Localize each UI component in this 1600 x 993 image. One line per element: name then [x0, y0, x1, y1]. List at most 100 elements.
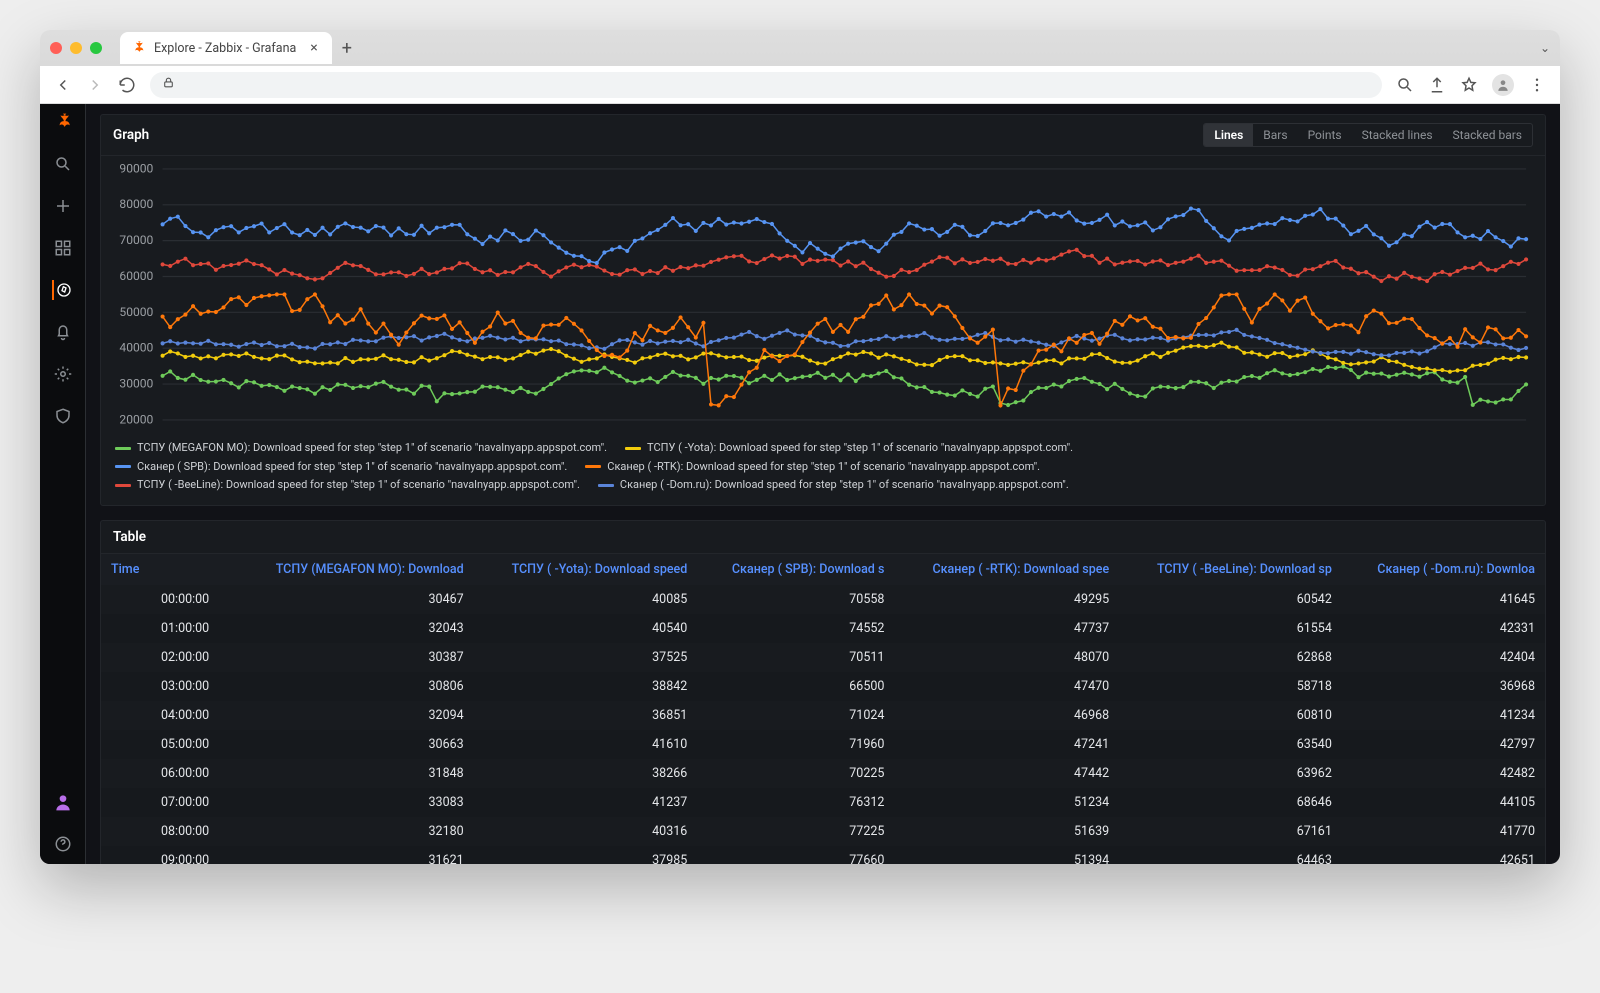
browser-toolbar [40, 66, 1560, 104]
profile-avatar-icon[interactable] [1492, 74, 1514, 96]
value-cell: 32043 [236, 614, 474, 643]
value-cell: 41645 [1342, 585, 1545, 614]
minimize-window-icon[interactable] [70, 42, 82, 54]
value-cell: 47737 [894, 614, 1119, 643]
tabstrip-menu-icon[interactable]: ⌄ [1540, 41, 1550, 55]
panel-title: Graph [113, 127, 149, 143]
value-cell: 42404 [1342, 643, 1545, 672]
help-icon[interactable] [53, 834, 73, 854]
column-header[interactable]: Сканер ( -Dom.ru): Downloa [1342, 554, 1545, 585]
viz-mode-stacked-bars[interactable]: Stacked bars [1443, 124, 1532, 146]
time-cell: 09:00:00 [101, 846, 236, 864]
viz-mode-points[interactable]: Points [1298, 124, 1352, 146]
column-header[interactable]: Сканер ( SPB): Download s [697, 554, 894, 585]
legend-item-rtk[interactable]: Сканер ( -RTK): Download speed for step … [585, 458, 1040, 477]
table-row: 05:00:00306634161071960472416354042797 [101, 730, 1545, 759]
grafana-logo-icon[interactable] [53, 112, 73, 132]
column-header[interactable]: ТСПУ (MEGAFON MO): Download [236, 554, 474, 585]
value-cell: 48070 [894, 643, 1119, 672]
create-plus-icon[interactable] [53, 196, 73, 216]
traffic-lights[interactable] [50, 42, 102, 54]
value-cell: 38842 [474, 672, 698, 701]
svg-text:50000: 50000 [119, 305, 153, 319]
back-icon[interactable] [54, 76, 72, 94]
address-bar[interactable] [150, 72, 1382, 98]
value-cell: 30663 [236, 730, 474, 759]
value-cell: 76312 [697, 788, 894, 817]
legend-swatch-icon [598, 484, 614, 487]
legend-item-domru[interactable]: Сканер ( -Dom.ru): Download speed for st… [598, 476, 1069, 495]
zoom-window-icon[interactable] [90, 42, 102, 54]
configuration-gear-icon[interactable] [53, 364, 73, 384]
svg-text:70000: 70000 [119, 233, 153, 247]
legend-label: Сканер ( -Dom.ru): Download speed for st… [620, 476, 1069, 495]
viz-mode-bars[interactable]: Bars [1253, 124, 1297, 146]
value-cell: 33083 [236, 788, 474, 817]
value-cell: 42651 [1342, 846, 1545, 864]
new-tab-button[interactable]: + [342, 38, 352, 59]
server-admin-shield-icon[interactable] [53, 406, 73, 426]
legend-label: ТСПУ ( -BeeLine): Download speed for ste… [137, 476, 580, 495]
share-icon[interactable] [1428, 76, 1446, 94]
table-row: 00:00:00304674008570558492956054241645 [101, 585, 1545, 614]
browser-tabstrip: Explore - Zabbix - Grafana × + ⌄ [40, 30, 1560, 66]
viz-mode-lines[interactable]: Lines [1204, 124, 1253, 146]
value-cell: 60542 [1119, 585, 1342, 614]
zoom-search-icon[interactable] [1396, 76, 1414, 94]
svg-text:90000: 90000 [119, 162, 153, 175]
value-cell: 49295 [894, 585, 1119, 614]
value-cell: 58718 [1119, 672, 1342, 701]
value-cell: 77660 [697, 846, 894, 864]
svg-text:80000: 80000 [119, 197, 153, 211]
legend-item-beeline[interactable]: ТСПУ ( -BeeLine): Download speed for ste… [115, 476, 580, 495]
data-table: TimeТСПУ (MEGAFON MO): DownloadТСПУ ( -Y… [101, 554, 1545, 864]
legend-swatch-icon [115, 447, 131, 450]
value-cell: 71024 [697, 701, 894, 730]
table-row: 07:00:00330834123776312512346864644105 [101, 788, 1545, 817]
column-header[interactable]: ТСПУ ( -BeeLine): Download sp [1119, 554, 1342, 585]
value-cell: 40540 [474, 614, 698, 643]
user-profile-icon[interactable] [53, 792, 73, 812]
dashboards-icon[interactable] [53, 238, 73, 258]
value-cell: 63540 [1119, 730, 1342, 759]
search-icon[interactable] [53, 154, 73, 174]
panel-title: Table [113, 529, 146, 545]
legend-item-spb[interactable]: Сканер ( SPB): Download speed for step "… [115, 458, 567, 477]
time-cell: 05:00:00 [101, 730, 236, 759]
forward-icon[interactable] [86, 76, 104, 94]
column-header[interactable]: Сканер ( -RTK): Download spee [894, 554, 1119, 585]
grafana-sidebar [40, 104, 86, 864]
bookmark-star-icon[interactable] [1460, 76, 1478, 94]
value-cell: 41610 [474, 730, 698, 759]
value-cell: 74552 [697, 614, 894, 643]
explore-compass-icon[interactable] [52, 280, 72, 300]
column-header[interactable]: Time [101, 554, 236, 585]
close-window-icon[interactable] [50, 42, 62, 54]
value-cell: 47442 [894, 759, 1119, 788]
legend-item-yota[interactable]: ТСПУ ( -Yota): Download speed for step "… [625, 439, 1073, 458]
value-cell: 41770 [1342, 817, 1545, 846]
viz-mode-stacked-lines[interactable]: Stacked lines [1352, 124, 1443, 146]
value-cell: 38266 [474, 759, 698, 788]
table-row: 03:00:00308063884266500474705871836968 [101, 672, 1545, 701]
chrome-menu-icon[interactable] [1528, 76, 1546, 94]
value-cell: 77225 [697, 817, 894, 846]
alerting-bell-icon[interactable] [53, 322, 73, 342]
table-header-row: TimeТСПУ (MEGAFON MO): DownloadТСПУ ( -Y… [101, 554, 1545, 585]
value-cell: 44105 [1342, 788, 1545, 817]
chart-area[interactable]: 2000030000400005000060000700008000090000 [101, 156, 1545, 435]
legend-item-megafon[interactable]: ТСПУ (MEGAFON MO): Download speed for st… [115, 439, 607, 458]
value-cell: 42797 [1342, 730, 1545, 759]
table-body: 00:00:0030467400857055849295605424164501… [101, 585, 1545, 864]
value-cell: 31621 [236, 846, 474, 864]
legend-label: Сканер ( -RTK): Download speed for step … [607, 458, 1040, 477]
viz-mode-switcher[interactable]: LinesBarsPointsStacked linesStacked bars [1203, 123, 1533, 147]
value-cell: 46968 [894, 701, 1119, 730]
value-cell: 51394 [894, 846, 1119, 864]
browser-tab[interactable]: Explore - Zabbix - Grafana × [120, 32, 332, 64]
table-row: 09:00:00316213798577660513946446342651 [101, 846, 1545, 864]
svg-text:30000: 30000 [119, 377, 153, 391]
close-tab-icon[interactable]: × [310, 40, 317, 56]
reload-icon[interactable] [118, 76, 136, 94]
column-header[interactable]: ТСПУ ( -Yota): Download speed [474, 554, 698, 585]
